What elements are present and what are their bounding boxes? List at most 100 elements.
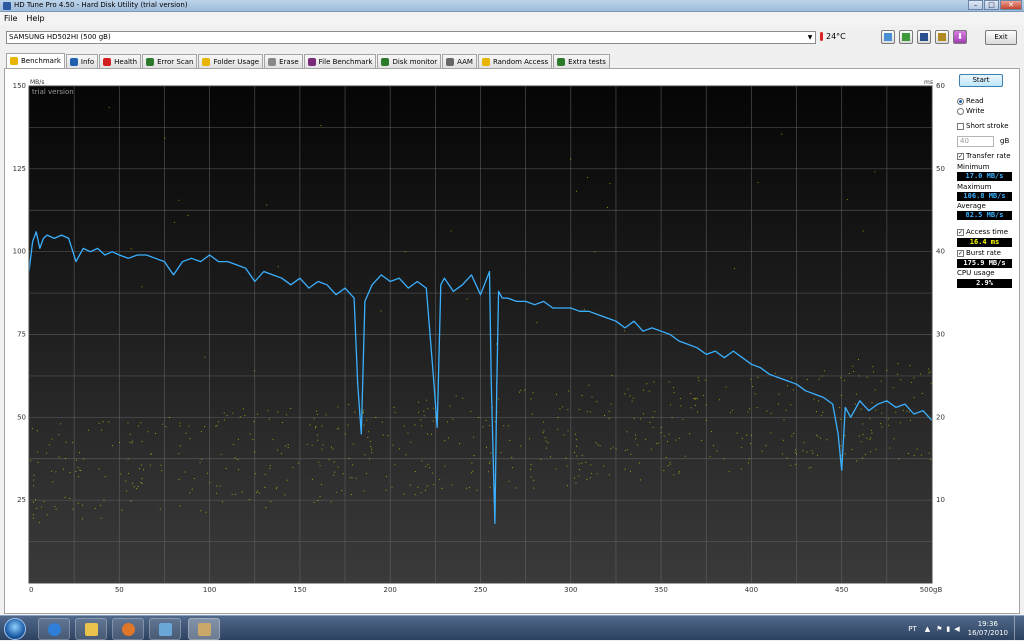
taskbar-app-4[interactable] — [149, 618, 181, 640]
menu-file[interactable]: File — [4, 14, 17, 23]
clock[interactable]: 19:36 16/07/2010 — [968, 620, 1008, 638]
access-time-point — [88, 429, 90, 431]
access-time-point — [232, 412, 234, 414]
taskbar-app-3[interactable] — [112, 618, 144, 640]
access-time-point — [370, 448, 372, 450]
access-time-point — [37, 451, 39, 453]
access-time-point — [292, 466, 294, 468]
access-time-point — [531, 413, 533, 415]
taskbar-app-1[interactable] — [38, 618, 70, 640]
close-button[interactable]: ✕ — [1000, 0, 1022, 10]
taskbar-app-2[interactable] — [75, 618, 107, 640]
language-indicator[interactable]: PT — [908, 625, 917, 633]
y-axis-left-label: MB/s — [30, 79, 44, 86]
access-time-point — [530, 476, 532, 478]
access-time-point — [559, 408, 561, 410]
write-option[interactable]: Write — [957, 107, 984, 115]
write-radio[interactable] — [957, 107, 964, 115]
access-time-point — [472, 470, 474, 472]
access-time-point — [204, 356, 206, 358]
access-time-point — [648, 390, 650, 392]
tab-erase[interactable]: Erase — [264, 54, 303, 68]
access-time-point — [369, 458, 371, 460]
access-time-point — [420, 425, 422, 427]
access-time-point — [860, 408, 862, 410]
access-time-point — [98, 468, 100, 470]
short-stroke-checkbox[interactable] — [957, 122, 964, 130]
access-time-point — [704, 379, 706, 381]
signal-icon[interactable]: ▮ — [946, 625, 950, 633]
start-button[interactable]: Start — [959, 74, 1003, 87]
short-stroke-option[interactable]: Short stroke — [957, 122, 1009, 130]
read-option[interactable]: Read — [957, 97, 984, 105]
exit-button[interactable]: Exit — [985, 30, 1017, 45]
tab-info[interactable]: Info — [65, 54, 99, 68]
access-time-point — [578, 463, 580, 465]
tab-disk-monitor[interactable]: Disk monitor — [377, 54, 442, 68]
access-time-point — [189, 492, 191, 494]
media-player-icon — [122, 623, 135, 636]
tab-folder-usage[interactable]: Folder Usage — [198, 54, 264, 68]
copy-screen-button[interactable] — [899, 30, 913, 44]
windows-start-button[interactable] — [4, 618, 26, 640]
transfer-rate-checkbox[interactable]: ✓ — [957, 152, 964, 160]
access-time-point — [642, 389, 644, 391]
access-time-point — [697, 377, 699, 379]
access-time-point — [141, 464, 143, 466]
access-time-point — [892, 387, 894, 389]
access-time-point — [549, 456, 551, 458]
show-desktop-button[interactable] — [1014, 616, 1024, 641]
access-time-point — [476, 489, 478, 491]
tab-random-access[interactable]: Random Access — [477, 54, 553, 68]
access-time-point — [490, 452, 492, 454]
read-radio[interactable] — [957, 97, 964, 105]
access-time-point — [60, 423, 62, 425]
access-time-point — [370, 446, 372, 448]
taskbar-app-5[interactable] — [188, 618, 220, 640]
maximize-button[interactable]: □ — [984, 0, 999, 10]
access-time-point — [414, 471, 416, 473]
access-time-point — [244, 415, 246, 417]
options-button[interactable] — [935, 30, 949, 44]
tab-benchmark[interactable]: Benchmark — [6, 53, 65, 68]
tab-error-scan[interactable]: Error Scan — [142, 54, 198, 68]
burst-rate-option[interactable]: ✓ Burst rate — [957, 249, 1001, 257]
menu-help[interactable]: Help — [26, 14, 44, 23]
tab-health[interactable]: Health — [99, 54, 142, 68]
access-time-point — [498, 398, 500, 400]
access-time-point — [913, 455, 915, 457]
access-time-checkbox[interactable]: ✓ — [957, 228, 964, 236]
speaker-icon — [446, 57, 455, 66]
access-time-point — [782, 439, 784, 441]
access-time-point — [862, 434, 864, 436]
tab-extra-tests[interactable]: Extra tests — [553, 54, 610, 68]
access-time-point — [249, 433, 251, 435]
download-button[interactable]: ⬇ — [953, 30, 967, 44]
short-stroke-input[interactable]: 40 — [957, 136, 994, 147]
access-time-point — [444, 465, 446, 467]
access-time-point — [446, 421, 448, 423]
access-time-point — [69, 472, 71, 474]
erase-icon — [268, 57, 277, 66]
copy-info-button[interactable] — [881, 30, 895, 44]
minimize-button[interactable]: – — [968, 0, 983, 10]
volume-icon[interactable]: ◀ — [954, 625, 959, 633]
access-time-point — [407, 432, 409, 434]
access-time-point — [696, 398, 698, 400]
tab-aam[interactable]: AAM — [442, 54, 477, 68]
burst-rate-checkbox[interactable]: ✓ — [957, 249, 964, 257]
access-time-point — [555, 468, 557, 470]
access-time-point — [815, 434, 817, 436]
drive-select[interactable]: SAMSUNG HD502HI (500 gB) ▼ — [6, 31, 816, 44]
access-time-point — [354, 411, 356, 413]
show-hidden-icons-icon[interactable]: ▲ — [925, 625, 930, 633]
access-time-option[interactable]: ✓ Access time — [957, 228, 1008, 236]
access-time-point — [54, 506, 56, 508]
save-button[interactable] — [917, 30, 931, 44]
tab-file-benchmark[interactable]: File Benchmark — [303, 54, 377, 68]
flag-icon[interactable]: ⚑ — [936, 625, 942, 633]
access-time-point — [489, 461, 491, 463]
access-time-point — [275, 488, 277, 490]
access-time-point — [928, 372, 930, 374]
transfer-rate-option[interactable]: ✓ Transfer rate — [957, 152, 1011, 160]
